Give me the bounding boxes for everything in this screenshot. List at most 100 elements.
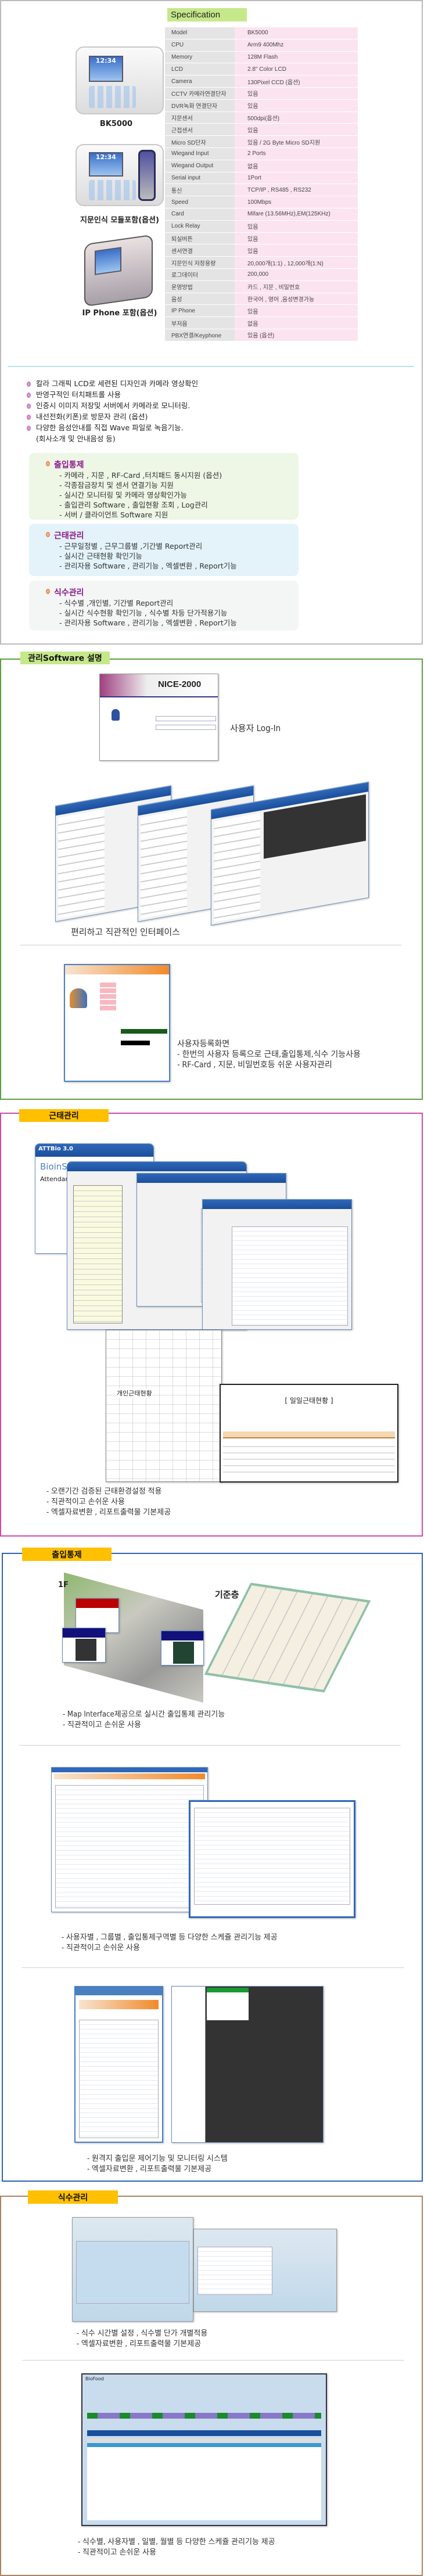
spec-value: BK5000 [235, 27, 358, 39]
spec-value: 카드 , 지문 , 비밀번호 [235, 280, 358, 293]
spec-label: 근접센서 [165, 124, 235, 136]
window-title: BioFood [82, 2374, 326, 2384]
product-image-fingerprint: 12:34 [76, 144, 164, 206]
feature-box: 출입통제 - 카메라 , 지문 , RF-Card ,터치패드 동시지원 (옵션)… [29, 453, 299, 520]
spec-row: Model BK5000 [165, 27, 358, 39]
summary-bar [87, 2413, 321, 2419]
spec-label: 음성 [165, 293, 235, 305]
spec-value: 있음 [235, 220, 358, 232]
spec-row: 통신 TCP/IP , RS485 , RS232 [165, 184, 358, 196]
sheet-title: 개인근태현황 [117, 1388, 152, 1398]
spec-row: Speed 100Mbps [165, 196, 358, 208]
bullet-icon [27, 382, 31, 387]
spec-label: Camera [165, 75, 235, 87]
schedule-screenshot-2 [189, 1800, 355, 1918]
login-title: NICE-2000 [158, 679, 202, 689]
door-open-screenshot [74, 1986, 163, 2143]
spec-label: 로그데이터 [165, 268, 235, 280]
spec-label: Serial input [165, 172, 235, 184]
meal-caption-settings: - 식수 시간별 설정 , 식수별 단가 개별적용 - 엑셀자료변환 , 리포트출… [77, 2329, 207, 2350]
user-registration-screenshot [64, 964, 170, 1082]
door-panel [161, 1631, 204, 1665]
spec-value: 1Port [235, 172, 358, 184]
feature-list: 칼라 그래픽 LCD로 세련된 디자인과 카메라 영상확인 반영구적인 터치패트롤… [27, 378, 198, 444]
spec-label: PBX연결/Keyphone [165, 329, 235, 341]
spec-row: 근접센서 있음 [165, 124, 358, 136]
spec-value: 20,000개(1:1) , 12,000개(1:N) [235, 257, 358, 268]
access-caption-remote: - 원격지 출입문 제어기능 및 모니터링 시스템 - 엑셀자료변환 , 리포트출… [87, 2154, 228, 2175]
spec-value: Arm9 400Mhz [235, 39, 358, 51]
bullet-icon [46, 589, 50, 594]
spec-value: 있음 [235, 99, 358, 111]
spec-label: 부저음 [165, 317, 235, 329]
spec-label: Wiegand Output [165, 160, 235, 172]
spec-row: 로그데이터 200,000 [165, 268, 358, 280]
feature-text: (회사소개 및 안내음성 등) [36, 434, 116, 443]
spec-row: Lock Relay 있음 [165, 220, 358, 232]
feature-box-item: - 관리자용 Software , 관리기능 , 엑셀변환 , Report기능 [59, 618, 237, 627]
spec-value: 2 Ports [235, 147, 358, 160]
product-label: 지문인식 모듈포함(옵션) [80, 216, 159, 225]
spec-row: Wiegand Input 2 Ports [165, 147, 358, 160]
feature-item: (회사소개 및 안내음성 등) [27, 433, 198, 444]
spec-label: Wiegand Input [165, 147, 235, 160]
user-registration-caption: 사용자등록화면 - 한번의 사용자 등록으로 근태,출입통제,식수 기능사용 - R… [177, 1039, 361, 1070]
spec-row: Micro SD단자 있음 / 2G Byte Micro SD지원 [165, 136, 358, 147]
lcd-time: 12:34 [88, 55, 123, 82]
spec-value: 2.8" Color LCD [235, 63, 358, 75]
caption-line: - 직관적이고 손쉬운 사용 [78, 2548, 156, 2557]
spec-row: 센서연결 있음 [165, 244, 358, 257]
spec-row: CPU Arm9 400Mhz [165, 39, 358, 51]
caption-line: - 엑셀자료변환 , 리포트출력물 기본제공 [77, 2340, 202, 2348]
password-field [156, 725, 216, 730]
spec-row: DVR녹화 연결단자 있음 [165, 99, 358, 111]
daily-report-screenshot: [ 일일근태현황 ] [220, 1384, 398, 1483]
spec-label: DVR녹화 연결단자 [165, 99, 235, 111]
feature-box-title: 출입통제 [54, 460, 84, 470]
feature-box-item: - 실시간 근태현황 확인기능 [59, 552, 142, 560]
product-image-ipphone [84, 234, 153, 307]
feature-item: 칼라 그래픽 LCD로 세련된 디자인과 카메라 영상확인 [27, 378, 198, 389]
feature-box-item: - 식수별 ,개인별, 기간별 Report관리 [59, 599, 174, 607]
window-title: ATTBio 3.0 [35, 1144, 153, 1157]
bullet-icon [46, 532, 50, 537]
spec-row: 퇴실버튼 있음 [165, 232, 358, 244]
caption-line: - 한번의 사용자 등록으로 근태,출입통제,식수 기능사용 [177, 1050, 361, 1059]
spec-value: 없음 [235, 160, 358, 172]
spec-row: IP Phone 있음 [165, 305, 358, 317]
meal-section-tab: 식수관리 [28, 2190, 118, 2204]
door-panel [62, 1628, 106, 1663]
bullet-icon [27, 404, 31, 409]
divider [22, 1967, 404, 1968]
spec-row: 부저음 없음 [165, 317, 358, 329]
spec-value: 한국어 , 영어 ,음성변경가능 [235, 293, 358, 305]
divider [8, 366, 414, 367]
keypad [88, 179, 136, 200]
spec-value: Mifare (13.56MHz),EM(125KHz) [235, 208, 358, 220]
spec-value: 있음 [235, 305, 358, 317]
spec-value: 있음 [235, 124, 358, 136]
bullet-icon [27, 415, 31, 420]
login-screenshot: NICE-2000 [99, 674, 218, 761]
biofood-screenshot: BioFood [81, 2373, 327, 2526]
result-table [87, 2438, 321, 2520]
spec-row: 운영방법 카드 , 지문 , 비밀번호 [165, 280, 358, 293]
spec-value: 128M Flash [235, 51, 358, 63]
caption-line: - 직관적이고 손쉬운 사용 [63, 1721, 141, 1729]
user-icon [112, 709, 120, 721]
spec-row: 음성 한국어 , 영어 ,음성변경가능 [165, 293, 358, 305]
spec-value: 130Pixel CCD (옵션) [235, 75, 358, 87]
user-icon [70, 988, 87, 1008]
bullet-icon [46, 461, 50, 466]
caption-line: - 오랜기간 검증된 근태환경설정 적용 [46, 1487, 162, 1496]
product-label: BK5000 [99, 120, 133, 128]
spec-value: 100Mbps [235, 196, 358, 208]
feature-box-title: 근태관리 [54, 531, 84, 541]
spec-value: 없음 [235, 317, 358, 329]
spec-label: Model [165, 27, 235, 39]
spec-value: 200,000 [235, 268, 358, 280]
feature-box-item: - 실시간 모니터링 및 카메라 영상확인가능 [59, 491, 187, 499]
spec-label: Memory [165, 51, 235, 63]
spec-row: LCD 2.8" Color LCD [165, 63, 358, 75]
attendance-caption: - 오랜기간 검증된 근태환경설정 적용 - 직관적이고 손쉬운 사용 - 엑셀자료… [46, 1487, 171, 1518]
